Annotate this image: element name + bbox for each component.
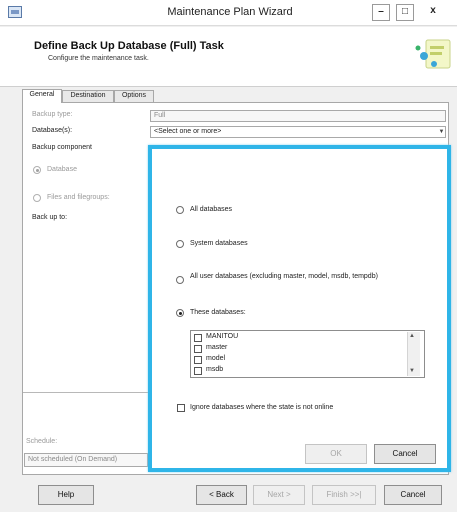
back-button[interactable]: < Back [196, 485, 247, 505]
ignore-offline-checkbox[interactable] [177, 404, 185, 412]
scroll-up-icon[interactable]: ▲ [409, 333, 415, 339]
maximize-button[interactable]: □ [396, 4, 414, 21]
list-item: msdb [206, 366, 224, 373]
page-subtitle: Configure the maintenance task. [48, 55, 149, 62]
chevron-down-icon[interactable]: ▼ [437, 127, 446, 137]
database-checkbox[interactable] [194, 334, 202, 342]
tab-destination[interactable]: Destination [62, 90, 114, 102]
wizard-graphic-icon [415, 39, 451, 69]
back-up-to-label: Back up to: [32, 214, 68, 221]
list-item: MANITOU [206, 333, 239, 340]
tab-general[interactable]: General [22, 89, 62, 103]
schedule-label: Schedule: [26, 438, 58, 445]
database-checkbox[interactable] [194, 345, 202, 353]
ignore-offline-label: Ignore databases where the state is not … [190, 404, 334, 411]
page-title: Define Back Up Database (Full) Task [34, 40, 224, 52]
database-radio[interactable] [33, 166, 41, 174]
minimize-button[interactable]: – [372, 4, 390, 21]
backup-type-field[interactable]: Full [150, 110, 446, 122]
finish-button[interactable]: Finish >>| [312, 485, 376, 505]
divider [23, 392, 151, 393]
all-databases-radio[interactable] [176, 206, 184, 214]
help-button[interactable]: Help [38, 485, 94, 505]
close-button[interactable]: x [424, 4, 442, 21]
user-databases-radio[interactable] [176, 276, 184, 284]
list-item: master [206, 344, 228, 351]
databases-label: Database(s): [32, 127, 73, 134]
ok-button[interactable]: OK [305, 444, 367, 464]
files-filegroups-label: Files and filegroups: [47, 194, 110, 201]
these-databases-label: These databases: [190, 309, 246, 316]
backup-type-label: Backup type: [32, 111, 73, 118]
system-databases-radio[interactable] [176, 240, 184, 248]
all-databases-label: All databases [190, 206, 233, 213]
next-button[interactable]: Next > [253, 485, 305, 505]
database-checkbox[interactable] [194, 367, 202, 375]
backup-component-label: Backup component [32, 144, 92, 151]
schedule-field[interactable]: Not scheduled (On Demand) [24, 453, 148, 467]
tab-options[interactable]: Options [114, 90, 154, 102]
database-checkbox[interactable] [194, 356, 202, 364]
app-icon [8, 6, 22, 18]
user-databases-label: All user databases (excluding master, mo… [190, 273, 378, 280]
popup-cancel-button[interactable]: Cancel [374, 444, 436, 464]
window-title: Maintenance Plan Wizard [167, 6, 293, 18]
databases-dropdown[interactable]: <Select one or more> [150, 126, 446, 138]
scroll-down-icon[interactable]: ▼ [409, 368, 415, 374]
system-databases-label: System databases [190, 240, 248, 247]
database-radio-label: Database [47, 166, 77, 173]
list-item: model [206, 355, 226, 362]
cancel-button[interactable]: Cancel [384, 485, 442, 505]
files-filegroups-radio[interactable] [33, 194, 41, 202]
these-databases-radio[interactable] [176, 309, 184, 317]
